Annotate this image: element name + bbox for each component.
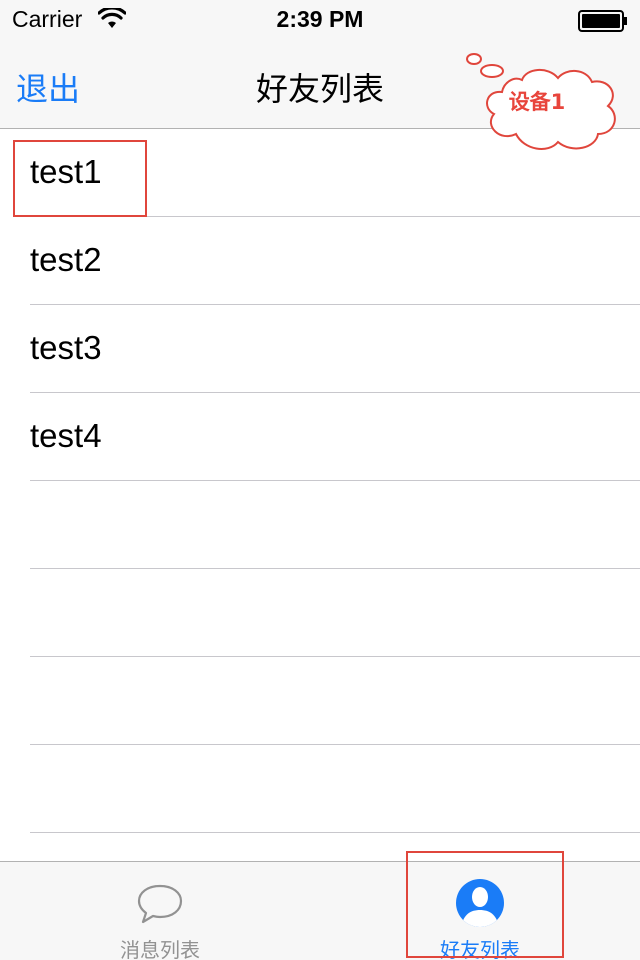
- friends-list: test1 test2 test3 test4: [0, 129, 640, 833]
- friend-name: test3: [30, 329, 102, 366]
- highlight-box-first-friend: [13, 140, 147, 217]
- friend-name: test4: [30, 417, 102, 454]
- status-time: 2:39 PM: [276, 6, 364, 32]
- device-annotation-label: 设备1: [508, 90, 566, 114]
- empty-row: [0, 569, 640, 657]
- tab-messages[interactable]: 消息列表: [0, 862, 320, 960]
- highlight-box-friends-tab: [406, 851, 564, 958]
- friend-row[interactable]: test3: [0, 305, 640, 393]
- empty-row: [0, 657, 640, 745]
- friend-row[interactable]: test4: [0, 393, 640, 481]
- tab-messages-label: 消息列表: [120, 938, 200, 960]
- friend-row[interactable]: test2: [0, 217, 640, 305]
- friend-name: test2: [30, 241, 102, 278]
- empty-row: [0, 745, 640, 833]
- chat-bubble-icon: [137, 884, 183, 924]
- empty-row: [0, 481, 640, 569]
- status-bar: Carrier 2:39 PM: [0, 0, 640, 40]
- battery-icon: [578, 10, 627, 32]
